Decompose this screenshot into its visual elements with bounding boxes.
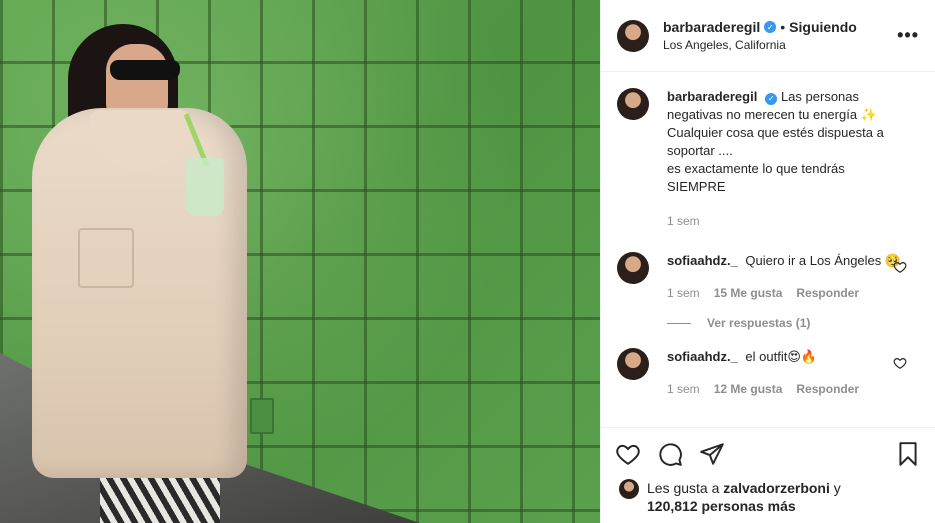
caption-text-line: soportar .... xyxy=(667,143,733,158)
author-avatar[interactable] xyxy=(617,19,649,52)
liker-avatar[interactable] xyxy=(619,479,639,499)
subject-coat-pocket xyxy=(78,228,134,288)
caption-meta: 1 sem xyxy=(667,212,919,230)
post-caption: barbaraderegil ✓ Las personas negativas n… xyxy=(617,88,919,230)
comment-timestamp[interactable]: 1 sem xyxy=(667,284,700,302)
bookmark-icon[interactable] xyxy=(895,441,921,467)
header-user-line: barbaraderegil ✓ • Siguiendo xyxy=(663,19,897,35)
verified-badge-icon: ✓ xyxy=(764,21,777,33)
subject-sunglasses xyxy=(110,60,180,80)
drink-cup xyxy=(186,158,224,216)
comment-meta: 1 sem 15 Me gusta Responder xyxy=(667,284,919,302)
heart-icon[interactable] xyxy=(615,441,641,467)
comment-icon[interactable] xyxy=(657,441,683,467)
view-replies-button[interactable]: Ver respuestas (1) xyxy=(667,316,919,330)
likes-count-button[interactable]: 120,812 personas más xyxy=(647,498,796,514)
caption-text-line: Cualquier cosa que estés dispuesta a xyxy=(667,125,884,140)
comment-text: el outfit😍🔥 xyxy=(745,349,818,364)
caption-timestamp[interactable]: 1 sem xyxy=(667,212,700,230)
likes-summary: Les gusta a zalvadorzerboni y 120,812 pe… xyxy=(601,479,935,523)
comment-likes-count[interactable]: 12 Me gusta xyxy=(714,380,783,398)
comment-item: sofiaahdz._ Quiero ir a Los Ángeles 🥺 1 … xyxy=(617,252,919,302)
comment-text: Quiero ir a Los Ángeles 🥺 xyxy=(745,253,902,268)
commenter-username[interactable]: sofiaahdz._ xyxy=(667,349,738,364)
caption-text-line: SIEMPRE xyxy=(667,179,726,194)
post-header: barbaraderegil ✓ • Siguiendo Los Angeles… xyxy=(601,0,935,72)
caption-text-line: Las personas xyxy=(780,89,860,104)
view-replies-label: Ver respuestas (1) xyxy=(707,316,811,330)
comment-timestamp[interactable]: 1 sem xyxy=(667,380,700,398)
comment-item: sofiaahdz._ el outfit😍🔥 1 sem 12 Me gust… xyxy=(617,348,919,398)
comment-heart-icon[interactable] xyxy=(893,356,907,370)
comments-list[interactable]: barbaraderegil ✓ Las personas negativas n… xyxy=(601,72,935,427)
commenter-avatar[interactable] xyxy=(617,252,649,284)
photo-subject xyxy=(20,18,260,523)
author-username[interactable]: barbaraderegil xyxy=(663,19,760,35)
comment-body: sofiaahdz._ el outfit😍🔥 1 sem 12 Me gust… xyxy=(667,348,919,398)
verified-badge-icon: ✓ xyxy=(765,93,778,105)
replies-divider-line xyxy=(667,322,691,324)
commenter-avatar[interactable] xyxy=(617,348,649,380)
paper-plane-icon[interactable] xyxy=(699,441,725,467)
likes-prefix: Les gusta a xyxy=(647,480,720,496)
liker-username[interactable]: zalvadorzerboni xyxy=(723,480,830,496)
comment-reply-button[interactable]: Responder xyxy=(796,284,859,302)
caption-author-avatar[interactable] xyxy=(617,88,649,120)
comment-heart-icon[interactable] xyxy=(893,260,907,274)
comment-meta: 1 sem 12 Me gusta Responder xyxy=(667,380,919,398)
post-actions-left xyxy=(615,441,895,467)
likes-joiner: y xyxy=(833,480,841,496)
header-text: barbaraderegil ✓ • Siguiendo Los Angeles… xyxy=(663,19,897,52)
post-photo[interactable] xyxy=(0,0,600,523)
post-actions-bar xyxy=(601,427,935,479)
instagram-post: barbaraderegil ✓ • Siguiendo Los Angeles… xyxy=(0,0,935,523)
more-options-icon[interactable]: ••• xyxy=(897,25,919,46)
header-separator: • xyxy=(780,19,786,35)
caption-text-line: negativas no merecen tu energía ✨ xyxy=(667,107,877,122)
caption-body: barbaraderegil ✓ Las personas negativas n… xyxy=(667,88,919,230)
likes-text: Les gusta a zalvadorzerboni y 120,812 pe… xyxy=(647,479,841,515)
comment-likes-count[interactable]: 15 Me gusta xyxy=(714,284,783,302)
following-button[interactable]: Siguiendo xyxy=(789,19,857,35)
post-location[interactable]: Los Angeles, California xyxy=(663,38,897,52)
comment-reply-button[interactable]: Responder xyxy=(796,380,859,398)
caption-username[interactable]: barbaraderegil xyxy=(667,89,757,104)
post-side-panel: barbaraderegil ✓ • Siguiendo Los Angeles… xyxy=(600,0,935,523)
caption-text-line: es exactamente lo que tendrás xyxy=(667,161,845,176)
commenter-username[interactable]: sofiaahdz._ xyxy=(667,253,738,268)
comment-body: sofiaahdz._ Quiero ir a Los Ángeles 🥺 1 … xyxy=(667,252,919,302)
